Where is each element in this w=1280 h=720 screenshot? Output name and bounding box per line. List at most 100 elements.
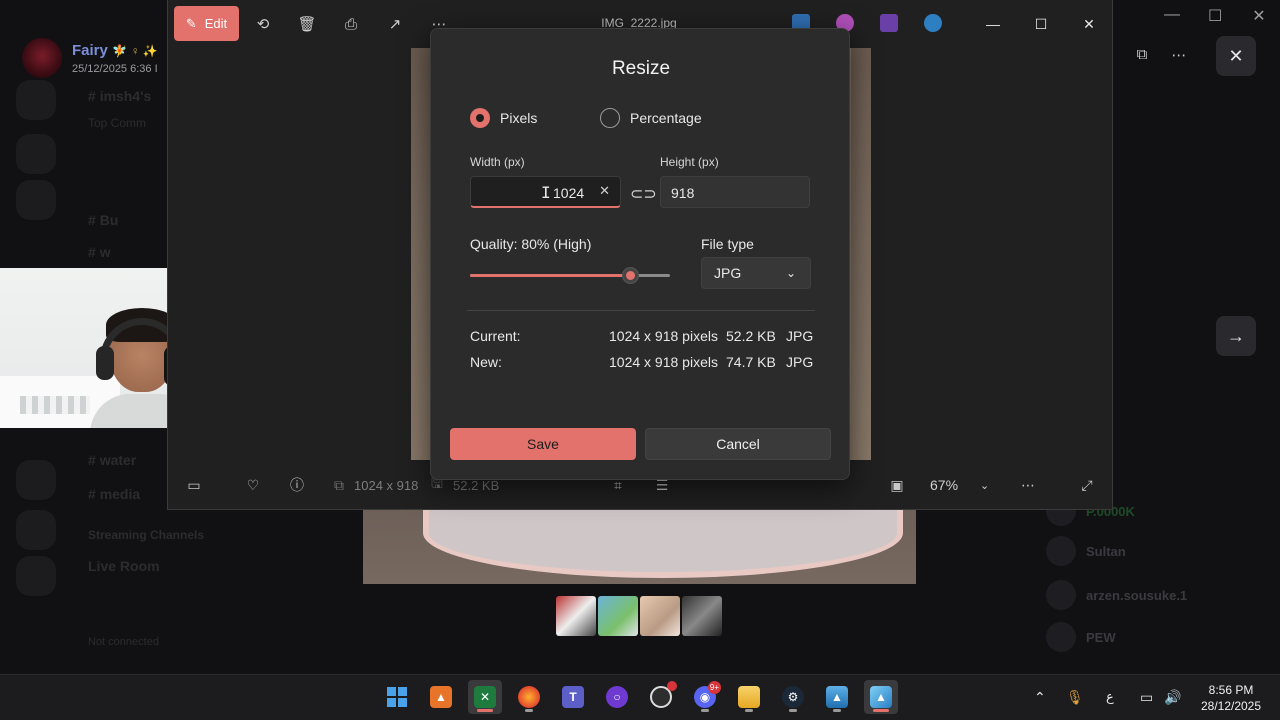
- channel-item[interactable]: Top Comm: [88, 116, 146, 130]
- photos-icon: ▲: [870, 686, 892, 708]
- chevron-down-icon: ⌄: [980, 479, 990, 492]
- edit-label: Edit: [204, 16, 228, 31]
- height-label: Height (px): [660, 155, 719, 169]
- avatar[interactable]: [22, 38, 62, 78]
- taskbar-discord[interactable]: ◉ 9+: [688, 680, 722, 714]
- onedrive-icon[interactable]: [924, 14, 942, 32]
- network-icon[interactable]: ▭: [1140, 689, 1153, 706]
- taskbar: ▲ ✕ T ○ ◉ 9+ ⚙ ▲ ▲ ⌃ 🎙 ع ▭ 🔊 8:56 PM 28/…: [0, 674, 1280, 720]
- thumbnail[interactable]: [556, 596, 596, 636]
- new-size: 74.7 KB: [726, 354, 776, 370]
- microphone-icon[interactable]: 🎙: [1066, 689, 1084, 706]
- input-language[interactable]: ع: [1106, 689, 1114, 705]
- taskbar-clock[interactable]: 8:56 PM 28/12/2025: [1196, 682, 1266, 714]
- channel-item[interactable]: # Bu: [88, 212, 118, 228]
- taskbar-app[interactable]: ▲: [820, 680, 854, 714]
- taskbar-file-explorer[interactable]: [732, 680, 766, 714]
- firefox-icon: [518, 686, 540, 708]
- slider-thumb[interactable]: [621, 267, 639, 284]
- desktop: Fairy 🧚 ♀ ✨ 25/12/2025 6:36 I # imsh4's …: [0, 0, 1280, 720]
- thumbnail[interactable]: [640, 596, 680, 636]
- share-icon[interactable]: ↗: [383, 12, 407, 36]
- member-item[interactable]: Sultan: [1046, 536, 1126, 566]
- zoom-value: 67%: [930, 477, 959, 493]
- radio-pixels[interactable]: Pixels: [470, 108, 537, 128]
- radio-percentage-label: Percentage: [630, 110, 702, 126]
- server-icon[interactable]: [16, 460, 56, 500]
- filmstrip-icon[interactable]: ▭: [183, 474, 205, 496]
- minimize-button[interactable]: —: [978, 10, 1008, 38]
- clear-icon[interactable]: ✕: [599, 183, 610, 199]
- viewer-toolbar: ⤓ ⧉ ⋯: [1106, 46, 1186, 64]
- channel-section-header[interactable]: Streaming Channels: [88, 528, 204, 542]
- server-icon[interactable]: [16, 80, 56, 120]
- channel-item[interactable]: # w: [88, 244, 111, 260]
- fullscreen-icon[interactable]: ⤢: [1076, 474, 1098, 496]
- edit-button[interactable]: ✎ Edit: [174, 6, 239, 41]
- member-item[interactable]: arzen.sousuke.1: [1046, 580, 1187, 610]
- rotate-icon[interactable]: ⟲: [251, 12, 275, 36]
- thumbnail[interactable]: [682, 596, 722, 636]
- channel-item[interactable]: # media: [88, 486, 140, 502]
- lock-aspect-ratio-icon[interactable]: ⊂⊃: [630, 184, 657, 204]
- taskbar-steam[interactable]: ⚙: [776, 680, 810, 714]
- taskbar-app[interactable]: ✕: [468, 680, 502, 714]
- favorite-icon[interactable]: ♡: [242, 474, 264, 496]
- width-input[interactable]: I 1024 ✕: [470, 176, 621, 208]
- app-icon: ✕: [474, 686, 496, 708]
- print-icon[interactable]: ⎙: [339, 12, 363, 36]
- channel-item[interactable]: Live Room: [88, 558, 160, 574]
- close-icon[interactable]: ✕: [1252, 6, 1266, 26]
- delete-icon[interactable]: 🗑: [295, 12, 319, 36]
- username-emoji: 🧚 ♀ ✨: [112, 43, 158, 58]
- channel-item[interactable]: # imsh4's: [88, 88, 151, 104]
- member-item[interactable]: PEW: [1046, 622, 1116, 652]
- maximize-icon[interactable]: ☐: [1208, 6, 1222, 26]
- minimize-icon[interactable]: —: [1164, 6, 1180, 26]
- next-image-button[interactable]: →: [1216, 316, 1256, 356]
- steam-icon: ⚙: [782, 686, 804, 708]
- current-type: JPG: [786, 328, 814, 344]
- taskbar-photos[interactable]: ▲: [864, 680, 898, 714]
- server-icon[interactable]: [16, 556, 56, 596]
- show-hidden-icons[interactable]: ⌃: [1034, 689, 1046, 706]
- radio-percentage[interactable]: Percentage: [600, 108, 702, 128]
- width-label: Width (px): [470, 155, 525, 169]
- file-type-value: JPG: [714, 265, 742, 281]
- maximize-button[interactable]: ☐: [1026, 10, 1056, 38]
- post-username[interactable]: Fairy: [72, 42, 108, 59]
- more-icon[interactable]: ⋯: [1017, 474, 1039, 496]
- fit-to-window-icon[interactable]: ▣: [886, 474, 908, 496]
- taskbar-app[interactable]: ○: [600, 680, 634, 714]
- pinned-app-icon[interactable]: [880, 14, 898, 32]
- cancel-button[interactable]: Cancel: [645, 428, 831, 460]
- close-viewer-button[interactable]: ✕: [1216, 36, 1256, 76]
- taskbar-app[interactable]: ▲: [424, 680, 458, 714]
- thumbnail[interactable]: [598, 596, 638, 636]
- zoom-dropdown[interactable]: 67% ⌄: [922, 470, 1007, 500]
- taskbar-app[interactable]: [644, 680, 678, 714]
- more-icon[interactable]: ⋯: [1171, 46, 1186, 64]
- text-cursor-icon: I: [541, 183, 551, 202]
- server-icon[interactable]: [16, 134, 56, 174]
- radio-unselected-icon: [600, 108, 620, 128]
- server-icon[interactable]: [16, 510, 56, 550]
- taskbar-teams[interactable]: T: [556, 680, 590, 714]
- start-button[interactable]: [380, 680, 414, 714]
- divider: [467, 310, 815, 311]
- file-type-dropdown[interactable]: JPG ⌄: [701, 257, 811, 289]
- quality-slider[interactable]: [470, 267, 670, 284]
- save-button[interactable]: Save: [450, 428, 636, 460]
- open-external-icon[interactable]: ⧉: [1137, 46, 1148, 64]
- height-input[interactable]: 918: [660, 176, 810, 208]
- thumbnail-strip: [556, 596, 722, 636]
- discord-badge: 9+: [707, 681, 721, 694]
- channel-item[interactable]: # water: [88, 452, 136, 468]
- taskbar-firefox[interactable]: [512, 680, 546, 714]
- close-button[interactable]: ✕: [1074, 10, 1104, 38]
- server-icon[interactable]: [16, 180, 56, 220]
- notification-dot: [667, 681, 677, 691]
- info-icon[interactable]: ⓘ: [286, 474, 308, 496]
- volume-icon[interactable]: 🔊: [1164, 689, 1181, 706]
- new-type: JPG: [786, 354, 814, 370]
